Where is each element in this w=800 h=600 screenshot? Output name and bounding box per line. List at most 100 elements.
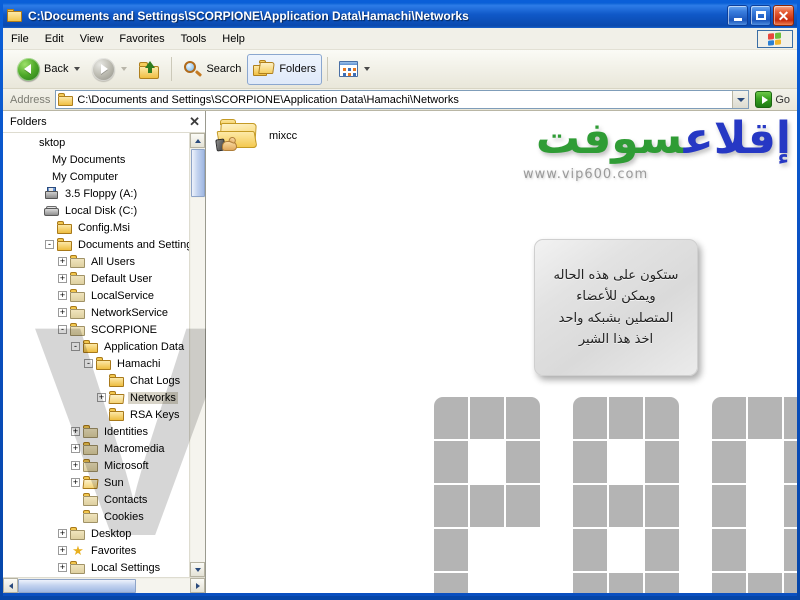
tree-item-label: Local Disk (C:) [65,204,138,217]
back-button[interactable]: Back [11,54,86,85]
tree-item-label: My Documents [52,153,126,166]
tree-vertical-scrollbar[interactable] [189,133,205,577]
watermark-cell [470,529,504,571]
minimize-button[interactable] [727,5,748,26]
collapse-icon[interactable]: - [58,325,67,334]
watermark-cell [645,441,679,483]
expand-icon[interactable]: + [71,478,80,487]
expand-icon[interactable]: + [58,546,67,555]
folders-button[interactable]: Folders [247,53,323,85]
tree-item-networks[interactable]: + Networks [3,389,189,406]
tree-item-macromedia[interactable]: + Macromedia [3,440,189,457]
tree-item-cookies[interactable]: Cookies [3,508,189,525]
watermark-cell [434,573,468,593]
annotation-line: المتصلين بشبكه واحد [558,310,674,326]
collapse-icon[interactable]: - [45,240,54,249]
chevron-down-icon[interactable] [74,67,81,71]
tree-item-config-msi[interactable]: Config.Msi [3,219,189,236]
tree-item-3-5-floppy-a[interactable]: 3.5 Floppy (A:) [3,185,189,202]
watermark-cell [712,397,746,439]
collapse-icon[interactable]: - [71,342,80,351]
up-button[interactable] [133,54,166,85]
scroll-up-button[interactable] [190,133,205,148]
expand-icon[interactable]: + [58,257,67,266]
folder-icon [83,493,99,506]
watermark-cell [506,397,540,439]
tree-item-desktop[interactable]: + Desktop [3,525,189,542]
expand-icon[interactable]: + [97,393,106,402]
tree-item-hamachi[interactable]: - Hamachi [3,355,189,372]
tree-item-my-documents[interactable]: My Documents [3,151,189,168]
scroll-right-button[interactable] [190,578,205,593]
menu-item-favorites[interactable]: Favorites [111,30,172,48]
go-button[interactable]: Go [755,91,790,108]
watermark-cell [784,397,797,439]
folder-icon [109,408,125,421]
scroll-track[interactable] [190,198,205,562]
menu-item-help[interactable]: Help [214,30,253,48]
address-input[interactable]: C:\Documents and Settings\SCORPIONE\Appl… [55,90,750,109]
expand-icon[interactable]: + [71,444,80,453]
scroll-thumb[interactable] [18,578,136,593]
tree-item-documents-and-settings[interactable]: - Documents and Settings [3,236,189,253]
expand-icon[interactable]: + [58,291,67,300]
tree-item-identities[interactable]: + Identities [3,423,189,440]
menu-item-tools[interactable]: Tools [173,30,215,48]
file-list-pane[interactable]: mixcc ستكون على هذه الحاله ويمكن للأعضاء… [206,111,797,593]
tree-item-my-computer[interactable]: My Computer [3,168,189,185]
folders-label: Folders [279,63,317,75]
forward-button[interactable] [86,54,133,85]
watermark-cell [609,529,643,571]
explorer-body: Folders ✕ sktop My Documents My Computer 3.… [3,111,797,593]
tree-item-microsoft[interactable]: + Microsoft [3,457,189,474]
tree-item-local-disk-c[interactable]: Local Disk (C:) [3,202,189,219]
scroll-track[interactable] [136,578,190,593]
expand-icon[interactable]: + [58,308,67,317]
windows-flag-icon[interactable] [757,30,793,48]
menu-item-file[interactable]: File [3,30,37,48]
close-button[interactable]: ✕ [773,5,794,26]
address-dropdown-button[interactable] [732,91,749,108]
scroll-thumb[interactable] [190,149,205,197]
folder-icon [70,561,86,574]
maximize-button[interactable] [750,5,771,26]
tree-item-rsa-keys[interactable]: RSA Keys [3,406,189,423]
menu-item-view[interactable]: View [72,30,112,48]
scroll-down-button[interactable] [190,562,205,577]
expand-icon[interactable]: + [71,427,80,436]
tree-item-local-settings[interactable]: + Local Settings [3,559,189,576]
expand-icon[interactable]: + [58,274,67,283]
collapse-icon[interactable]: - [84,359,93,368]
tree-item-all-users[interactable]: + All Users [3,253,189,270]
expand-icon[interactable]: + [58,529,67,538]
tree-item-favorites[interactable]: + ★ Favorites [3,542,189,559]
annotation-callout: ستكون على هذه الحاله ويمكن للأعضاء المتص… [534,239,698,376]
folder-icon [109,374,125,387]
tree-item-networkservice[interactable]: + NetworkService [3,304,189,321]
chevron-down-icon[interactable] [364,67,371,71]
up-folder-icon [139,60,160,79]
scroll-left-button[interactable] [3,578,18,593]
toolbar-separator [327,57,329,81]
tree-horizontal-scrollbar[interactable] [3,577,205,593]
tree-item-chat-logs[interactable]: Chat Logs [3,372,189,389]
watermark-cell [506,485,540,527]
tree-item-application-data[interactable]: - Application Data [3,338,189,355]
views-button[interactable] [333,54,376,85]
tree-item-scorpione[interactable]: - SCORPIONE [3,321,189,338]
chevron-down-icon[interactable] [121,67,128,71]
tree-item-sun[interactable]: + Sun [3,474,189,491]
close-icon[interactable]: ✕ [189,115,200,128]
tree-item-localservice[interactable]: + LocalService [3,287,189,304]
tree-item-default-user[interactable]: + Default User [3,270,189,287]
tree-item-contacts[interactable]: Contacts [3,491,189,508]
tree-item-label: Local Settings [91,561,161,574]
list-item[interactable]: mixcc [215,117,297,155]
tree-item-sktop[interactable]: sktop [3,134,189,151]
search-button[interactable]: Search [177,54,247,85]
expand-icon[interactable]: + [58,563,67,572]
expand-icon[interactable]: + [71,461,80,470]
menu-item-edit[interactable]: Edit [37,30,72,48]
folder-icon [70,289,86,302]
